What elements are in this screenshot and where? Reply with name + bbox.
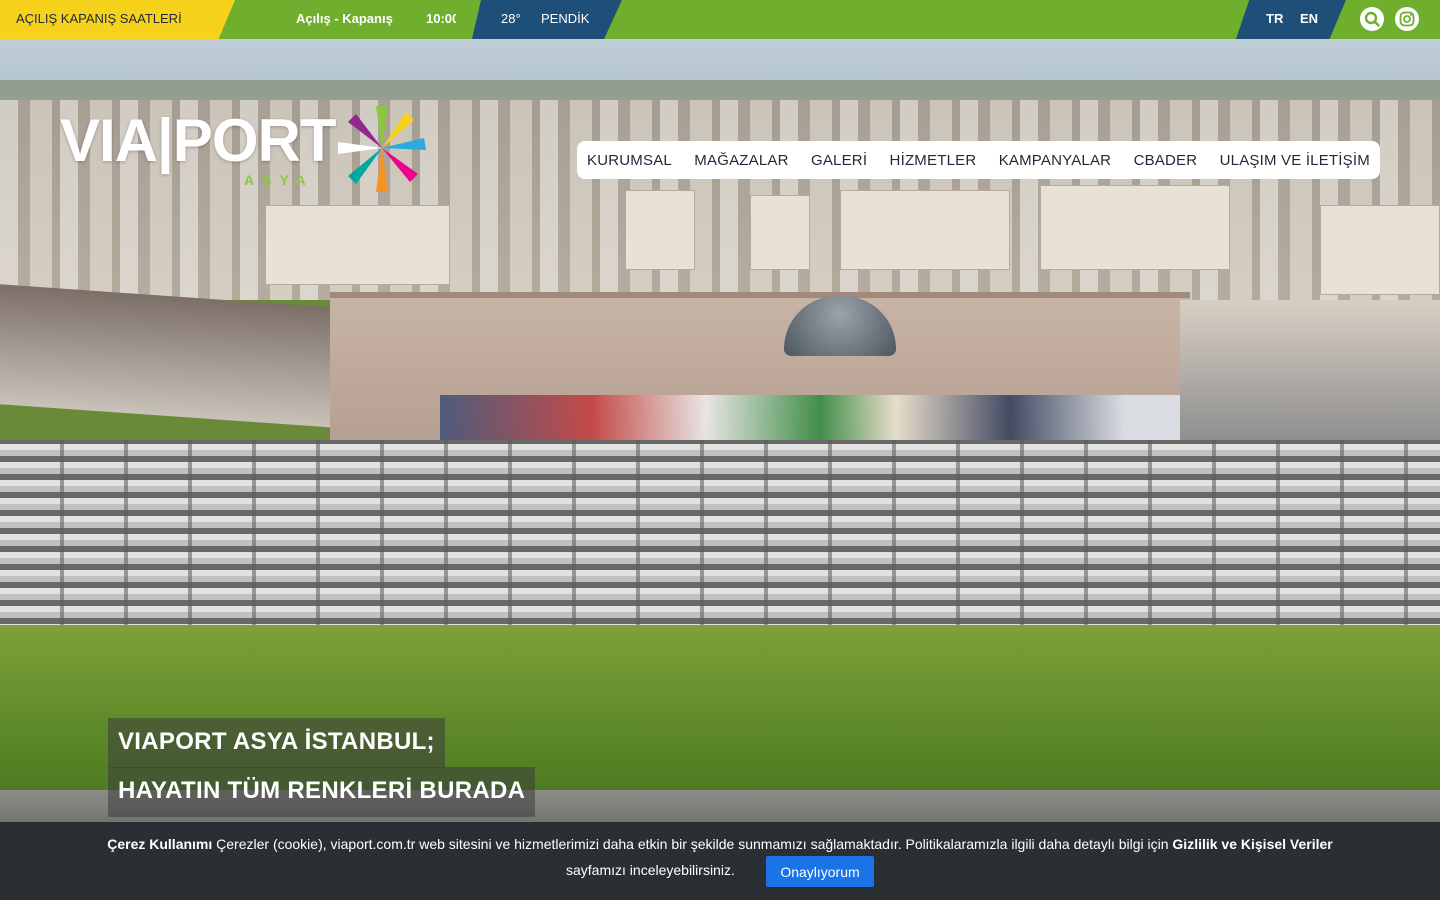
nav-item-ulasim-iletisim[interactable]: ULAŞIM VE İLETİŞİM [1220, 152, 1370, 169]
parking-lot [0, 440, 1440, 630]
hero-headline-1-text: VIAPORT ASYA İSTANBUL; [118, 728, 435, 755]
building [265, 205, 450, 285]
cookie-text: Çerez Kullanımı Çerezler (cookie), viapo… [0, 836, 1440, 852]
language-switcher: TR EN [1236, 0, 1346, 39]
cookie-text-2: sayfamızı inceleyebilirsiniz. [566, 862, 735, 878]
opening-hours-tab[interactable]: AÇILIŞ KAPANIŞ SAATLERİ [0, 0, 235, 39]
nav-item-kampanyalar[interactable]: KAMPANYALAR [999, 152, 1112, 169]
search-icon[interactable] [1360, 7, 1384, 31]
logo-subtitle: ASYA [244, 172, 314, 188]
main-nav: KURUMSAL MAĞAZALAR GALERİ HİZMETLER KAMP… [577, 141, 1380, 179]
nav-item-hizmetler[interactable]: HİZMETLER [890, 152, 977, 169]
nav-item-galeri[interactable]: GALERİ [811, 152, 867, 169]
top-bar: AÇILIŞ KAPANIŞ SAATLERİ Açılış - Kapanış… [0, 0, 1440, 39]
logo-text: VIA|PORT [60, 107, 336, 174]
privacy-link[interactable]: Gizlilik ve Kişisel Veriler [1172, 836, 1332, 852]
hero-headline-line-1: VIAPORT ASYA İSTANBUL; [108, 718, 445, 768]
open-close-time: 10:00 [426, 11, 456, 26]
mall-right-wing [1180, 300, 1440, 440]
location-name: PENDİK [541, 11, 590, 26]
building [625, 190, 695, 270]
open-close-label: Açılış - Kapanış [296, 11, 393, 26]
opening-hours-label: AÇILIŞ KAPANIŞ SAATLERİ [16, 11, 182, 26]
viaport-logo[interactable]: VIA|PORT ASYA [60, 100, 440, 200]
instagram-icon[interactable] [1395, 7, 1419, 31]
cookie-accept-button[interactable]: Onaylıyorum [766, 856, 874, 887]
nav-item-magazalar[interactable]: MAĞAZALAR [694, 152, 788, 169]
building [1040, 185, 1230, 270]
lang-tr-link[interactable]: TR [1266, 11, 1283, 26]
nav-item-cbader[interactable]: CBADER [1134, 152, 1198, 169]
logo-star-icon [338, 106, 426, 192]
building [1320, 205, 1440, 295]
hero-headline-2-text: HAYATIN TÜM RENKLERİ BURADA [118, 777, 526, 804]
cookie-description: Çerezler (cookie), viaport.com.tr web si… [212, 836, 1173, 852]
temperature: 28° [501, 11, 521, 26]
building [750, 195, 810, 270]
building [840, 190, 1010, 270]
cookie-banner: Çerez Kullanımı Çerezler (cookie), viapo… [0, 822, 1440, 900]
lang-en-link[interactable]: EN [1300, 11, 1318, 26]
cookie-title: Çerez Kullanımı [107, 836, 213, 852]
hero-headline-line-2: HAYATIN TÜM RENKLERİ BURADA [108, 767, 536, 817]
nav-item-kurumsal[interactable]: KURUMSAL [587, 152, 672, 169]
